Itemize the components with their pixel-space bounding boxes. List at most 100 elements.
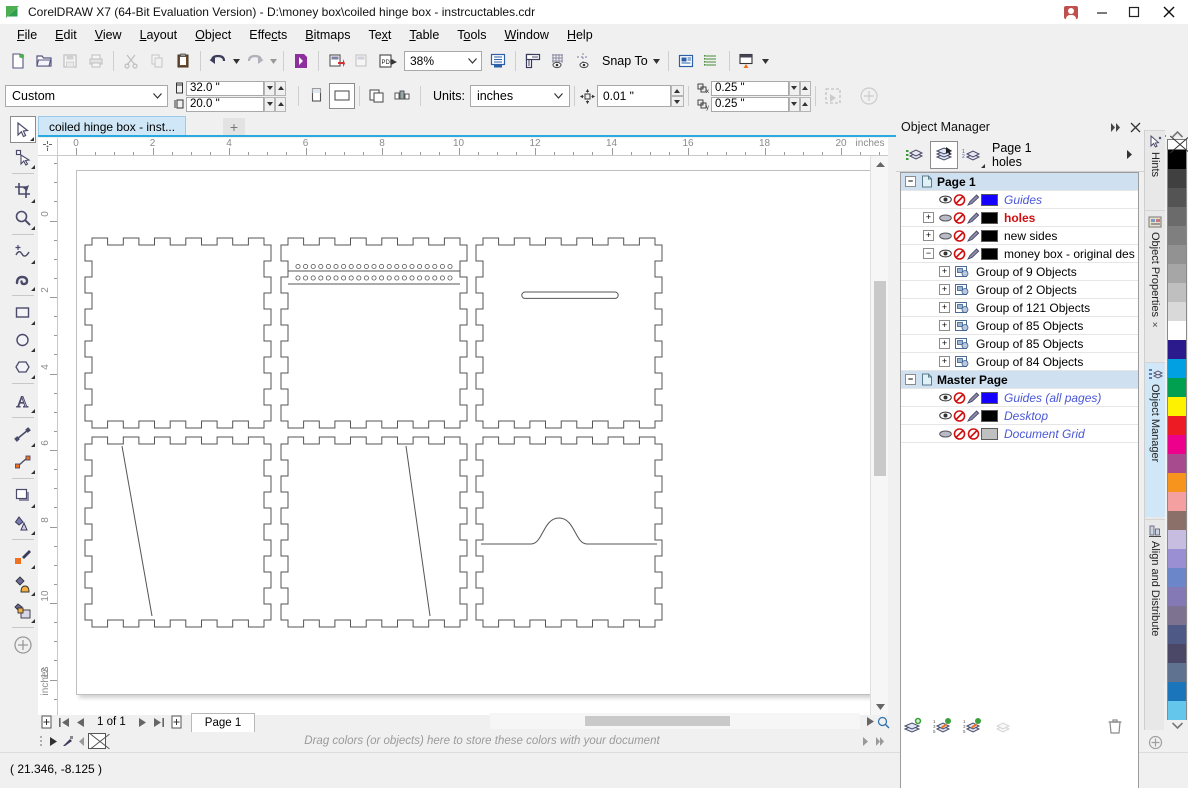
layer-printable-icon[interactable]	[952, 193, 966, 206]
drawing-objects[interactable]	[58, 156, 888, 715]
duplicate-y-input[interactable]: 0.25 "	[710, 96, 789, 112]
page-tab-page1[interactable]: Page 1	[190, 712, 256, 732]
panel-back-plain[interactable]	[84, 237, 272, 429]
hinge-hole[interactable]	[371, 264, 377, 270]
hinge-hole[interactable]	[295, 264, 301, 270]
docker-collapse-icon[interactable]	[1108, 116, 1126, 138]
zoom-to-page-button[interactable]	[875, 714, 891, 730]
application-launcher-dropdown-arrow[interactable]	[760, 48, 771, 74]
menu-file[interactable]: File	[8, 25, 46, 45]
palette-swatch[interactable]	[1167, 188, 1187, 208]
tree-expander[interactable]: +	[939, 338, 950, 349]
save-document-button[interactable]	[57, 48, 83, 74]
hinge-hole[interactable]	[318, 275, 324, 281]
show-grid-button[interactable]	[546, 48, 572, 74]
parallel-dimension-tool[interactable]	[10, 421, 36, 448]
object-manager-layer-row[interactable]: Guides	[901, 191, 1138, 209]
palette-swatch[interactable]	[1167, 169, 1187, 189]
palette-swatch[interactable]	[1167, 644, 1187, 664]
page-height-steppers[interactable]	[264, 96, 286, 112]
straight-line-connector-tool[interactable]	[10, 448, 36, 475]
horizontal-scrollbar[interactable]	[490, 713, 860, 729]
hinge-hole[interactable]	[401, 275, 407, 281]
palette-swatch[interactable]	[1167, 245, 1187, 265]
scroll-up-button[interactable]	[871, 156, 889, 173]
page-indicator[interactable]: 1 of 1	[89, 716, 134, 728]
landscape-orientation-button[interactable]	[329, 83, 355, 109]
duplicate-y-steppers[interactable]	[788, 96, 811, 112]
menu-bitmaps[interactable]: Bitmaps	[296, 25, 359, 45]
layer-color-swatch[interactable]	[981, 247, 998, 260]
hinge-hole[interactable]	[325, 264, 331, 270]
hinge-hole[interactable]	[417, 275, 423, 281]
layer-lock-icon[interactable]	[966, 247, 981, 260]
show-rulers-button[interactable]	[520, 48, 546, 74]
show-guides-button[interactable]	[572, 48, 598, 74]
palette-expand-button[interactable]	[872, 736, 888, 746]
page-height-input[interactable]: 20.0 "	[186, 96, 264, 112]
hinge-hole[interactable]	[363, 264, 369, 270]
tree-expander[interactable]: −	[905, 374, 916, 385]
object-manager-layer-row[interactable]: Document Grid	[901, 425, 1138, 443]
page-height-increment[interactable]	[275, 96, 286, 112]
drawing-canvas[interactable]	[58, 156, 888, 715]
page-width-increment[interactable]	[275, 80, 286, 96]
hinge-hole[interactable]	[439, 264, 445, 270]
add-property-button[interactable]	[856, 83, 882, 109]
object-styles-button[interactable]	[699, 48, 725, 74]
last-page-button[interactable]	[151, 713, 168, 731]
hinge-hole[interactable]	[310, 264, 316, 270]
hinge-hole[interactable]	[310, 275, 316, 281]
layer-visibility-icon[interactable]	[938, 213, 952, 222]
tree-expander[interactable]: +	[939, 320, 950, 331]
palette-swatch[interactable]	[1167, 378, 1187, 398]
tree-expander[interactable]: +	[939, 356, 950, 367]
new-document-button[interactable]	[5, 48, 31, 74]
palette-swatch[interactable]	[1167, 321, 1187, 341]
freehand-tool[interactable]	[10, 238, 36, 265]
object-manager-layer-row[interactable]: + new sides	[901, 227, 1138, 245]
units-combo[interactable]: inches	[469, 85, 570, 107]
nudge-distance-input[interactable]: 0.01 "	[596, 85, 671, 107]
tree-expander[interactable]: +	[939, 284, 950, 295]
close-button[interactable]	[1150, 0, 1188, 24]
hinge-hole[interactable]	[325, 275, 331, 281]
layer-color-swatch[interactable]	[981, 211, 998, 224]
palette-swatch[interactable]	[1167, 587, 1187, 607]
palette-swatch[interactable]	[1167, 264, 1187, 284]
hinge-hole[interactable]	[318, 264, 324, 270]
layer-color-swatch[interactable]	[981, 391, 998, 404]
palette-scroll-down-button[interactable]	[1166, 720, 1188, 730]
palette-swatch[interactable]	[1167, 492, 1187, 512]
panel-hinge-holes[interactable]	[280, 237, 468, 429]
copy-button[interactable]	[144, 48, 170, 74]
layer-color-swatch[interactable]	[981, 193, 998, 206]
palette-swatch[interactable]	[1167, 340, 1187, 360]
object-manager-group-row[interactable]: + Group of 2 Objects	[901, 281, 1138, 299]
layer-lock-icon[interactable]	[966, 409, 981, 422]
menu-table[interactable]: Table	[400, 25, 448, 45]
palette-swatch[interactable]	[1167, 625, 1187, 645]
maximize-button[interactable]	[1118, 0, 1150, 24]
export-for-web-button[interactable]	[349, 48, 375, 74]
hinge-hole[interactable]	[386, 275, 392, 281]
hinge-hole[interactable]	[432, 275, 438, 281]
insert-page-after-button[interactable]	[168, 713, 185, 731]
new-master-layer-odd-button[interactable]: 135	[932, 717, 954, 736]
layer-color-swatch[interactable]	[981, 409, 998, 422]
menu-object[interactable]: Object	[186, 25, 240, 45]
portrait-orientation-button[interactable]	[303, 83, 329, 109]
layer-lock-icon[interactable]	[966, 193, 981, 206]
page-width-input[interactable]: 32.0 "	[186, 80, 264, 96]
nudge-distance-steppers[interactable]	[670, 85, 684, 107]
nudge-increment[interactable]	[670, 85, 684, 96]
hinge-hole[interactable]	[333, 275, 339, 281]
horizontal-ruler[interactable]: 0 2 4 6 8 10 12 14 16 18 20 inches	[58, 138, 888, 156]
menu-tools[interactable]: Tools	[448, 25, 495, 45]
import-button[interactable]	[288, 48, 314, 74]
palette-swatch[interactable]	[1167, 530, 1187, 550]
menu-text[interactable]: Text	[359, 25, 400, 45]
palette-swatches[interactable]	[1167, 150, 1187, 721]
palette-swatch[interactable]	[1167, 568, 1187, 588]
page-height-decrement[interactable]	[264, 96, 275, 112]
